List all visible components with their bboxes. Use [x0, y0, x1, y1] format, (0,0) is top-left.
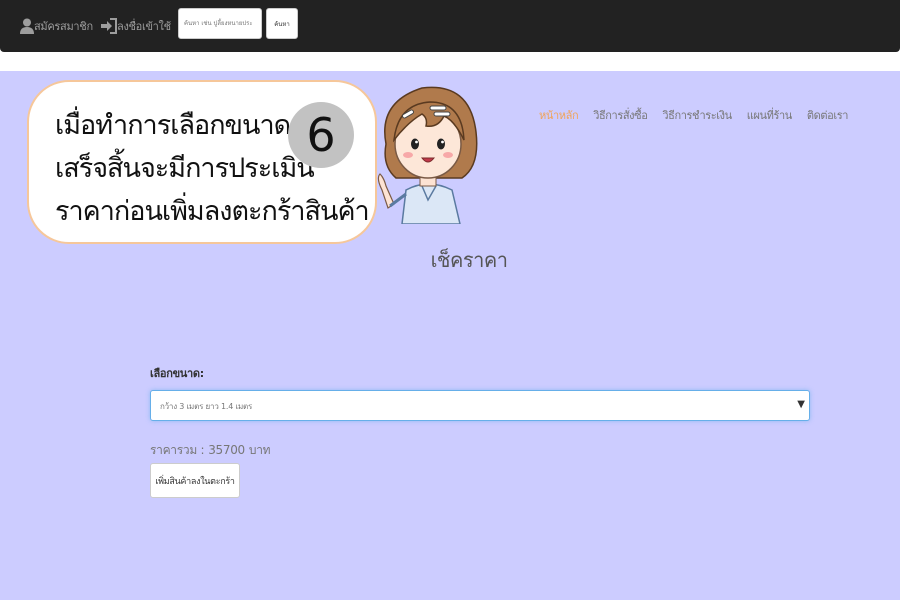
login-link[interactable]: ลงชื่อเข้าใช้	[101, 14, 171, 38]
total-price-unit: บาท	[248, 443, 271, 457]
menu-item-store-map[interactable]: แผนที่ร้าน	[747, 106, 793, 124]
search-button[interactable]: ค้นหา	[266, 8, 298, 39]
main-menu: หน้าหลัก วิธีการสั่งซื้อ วิธีการชำระเงิน…	[539, 106, 863, 124]
search-input[interactable]	[178, 8, 262, 39]
top-navbar: สมัครสมาชิก ลงชื่อเข้าใช้ ค้นหา	[0, 0, 900, 52]
log-in-icon	[101, 18, 117, 34]
total-price-value: 35700	[208, 443, 245, 457]
menu-item-home[interactable]: หน้าหลัก	[539, 106, 579, 124]
menu-item-contact[interactable]: ติดต่อเรา	[807, 106, 848, 124]
navbar-spacer	[0, 52, 900, 71]
size-select-value: กว้าง 3 เมตร ยาว 1.4 เมตร	[160, 402, 253, 411]
login-label: ลงชื่อเข้าใช้	[117, 20, 171, 33]
menu-item-how-to-order[interactable]: วิธีการสั่งซื้อ	[593, 106, 648, 124]
step-number-badge: 6	[288, 102, 354, 168]
add-to-cart-button[interactable]: เพิ่มสินค้าลงในตะกร้า	[150, 463, 240, 498]
page-title: เช็คราคา	[430, 248, 508, 272]
size-select-label: เลือกขนาด:	[150, 367, 204, 380]
menu-item-payment[interactable]: วิธีการชำระเงิน	[662, 106, 732, 124]
total-price: ราคารวม :35700 บาท	[150, 441, 274, 460]
dropdown-arrow-icon: ▼	[797, 399, 805, 410]
register-link[interactable]: สมัครสมาชิก	[20, 14, 93, 38]
size-select[interactable]: กว้าง 3 เมตร ยาว 1.4 เมตร ▼	[150, 390, 810, 421]
mascot-girl-illustration	[377, 86, 478, 224]
register-label: สมัครสมาชิก	[34, 20, 93, 33]
total-price-label: ราคารวม :	[150, 443, 205, 457]
user-icon	[20, 18, 34, 34]
